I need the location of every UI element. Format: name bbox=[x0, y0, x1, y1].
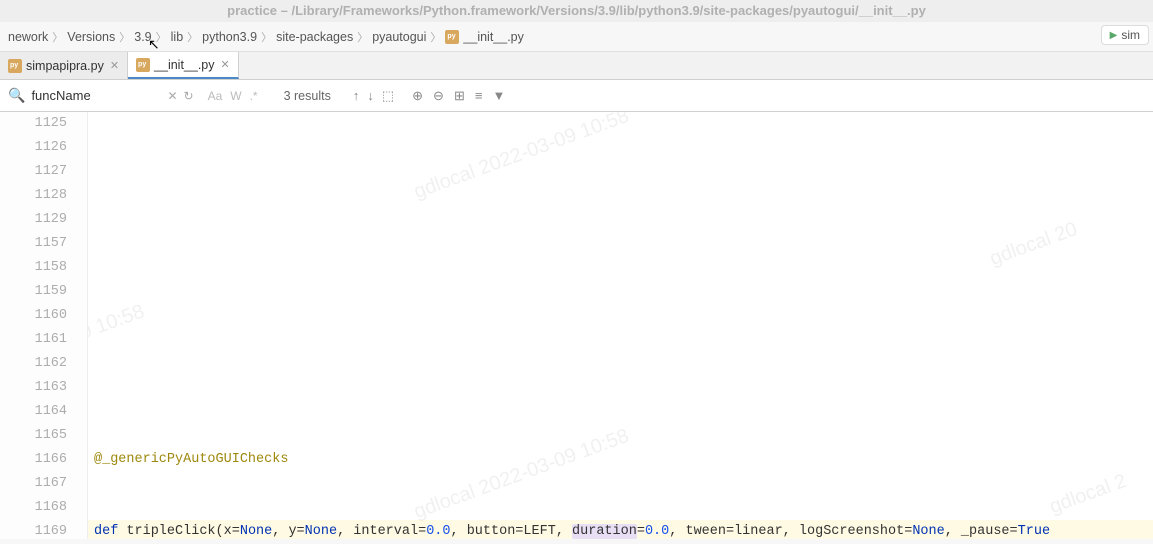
chevron-right-icon: 〉 bbox=[357, 29, 368, 45]
find-results-count: 3 results bbox=[284, 89, 331, 103]
settings-icon[interactable]: ≡ bbox=[475, 88, 483, 104]
tab-label: simpapipra.py bbox=[26, 59, 104, 73]
line-number: 1157 bbox=[0, 232, 67, 256]
find-input[interactable] bbox=[31, 88, 161, 103]
next-match-button[interactable]: ↓ bbox=[367, 88, 374, 104]
line-number: 1127 bbox=[0, 160, 67, 184]
line-number: 1161 bbox=[0, 328, 67, 352]
line-number: 1158 bbox=[0, 256, 67, 280]
breadcrumb-item[interactable]: pyautogui bbox=[372, 30, 426, 44]
chevron-right-icon: 〉 bbox=[156, 29, 167, 45]
add-selection-icon[interactable]: ⊕ bbox=[412, 88, 423, 104]
chevron-right-icon: 〉 bbox=[261, 29, 272, 45]
select-all-occurrences-icon[interactable]: ⊞ bbox=[454, 88, 465, 104]
breadcrumb-item[interactable]: __init__.py bbox=[445, 30, 523, 44]
find-actions: ⊕ ⊖ ⊞ ≡ ▼ bbox=[412, 88, 505, 104]
breadcrumb-item[interactable]: nework bbox=[8, 30, 48, 44]
line-number: 1125 bbox=[0, 112, 67, 136]
refresh-icon[interactable]: ↻ bbox=[184, 89, 194, 103]
close-icon[interactable]: ✕ bbox=[110, 59, 119, 72]
select-all-button[interactable]: ⬚ bbox=[382, 88, 394, 104]
line-number: 1168 bbox=[0, 496, 67, 520]
line-number: 1162 bbox=[0, 352, 67, 376]
line-number: 1164 bbox=[0, 400, 67, 424]
editor-tabs: simpapipra.py ✕ __init__.py ✕ bbox=[0, 52, 1153, 80]
clear-icon[interactable]: ✕ bbox=[167, 89, 177, 103]
code-editor[interactable]: 1125 1126 1127 1128 1129 1157 1158 1159 … bbox=[0, 112, 1153, 539]
search-icon[interactable]: 🔍 bbox=[8, 87, 25, 104]
breadcrumb-item[interactable]: python3.9 bbox=[202, 30, 257, 44]
watermark: gdlocal 20 bbox=[987, 217, 1081, 271]
code-line: @_genericPyAutoGUIChecks bbox=[88, 448, 1153, 472]
code-line bbox=[88, 376, 1153, 400]
gutter: 1125 1126 1127 1128 1129 1157 1158 1159 … bbox=[0, 112, 88, 539]
chevron-right-icon: 〉 bbox=[430, 29, 441, 45]
line-number: 1165 bbox=[0, 424, 67, 448]
line-number: 1159 bbox=[0, 280, 67, 304]
find-options: Aa W .* bbox=[208, 89, 258, 103]
line-number: 1128 bbox=[0, 184, 67, 208]
python-file-icon bbox=[8, 59, 22, 73]
close-icon[interactable]: ✕ bbox=[221, 58, 230, 71]
watermark: gdlocal 2022-03-09 10:58 bbox=[411, 424, 632, 524]
window-title: practice – /Library/Frameworks/Python.fr… bbox=[0, 0, 1153, 22]
breadcrumb-item[interactable]: Versions bbox=[67, 30, 115, 44]
line-number: 1169 bbox=[0, 520, 67, 544]
run-configuration-dropdown[interactable]: ▶ sim bbox=[1101, 25, 1149, 45]
whole-words-toggle[interactable]: W bbox=[230, 89, 241, 103]
watermark: gdlocal 2022-03-09 10:58 bbox=[411, 112, 632, 204]
breadcrumb-item[interactable]: site-packages bbox=[276, 30, 353, 44]
breadcrumb-bar: nework 〉 Versions 〉 3.9 〉 lib 〉 python3.… bbox=[0, 22, 1153, 52]
regex-toggle[interactable]: .* bbox=[250, 89, 258, 103]
python-file-icon bbox=[136, 58, 150, 72]
filter-icon[interactable]: ▼ bbox=[492, 88, 505, 104]
chevron-right-icon: 〉 bbox=[187, 29, 198, 45]
chevron-right-icon: 〉 bbox=[119, 29, 130, 45]
breadcrumb-item[interactable]: 3.9 bbox=[134, 30, 151, 44]
chevron-right-icon: 〉 bbox=[52, 29, 63, 45]
breadcrumb-item[interactable]: lib bbox=[171, 30, 184, 44]
watermark: gdlocal 2 bbox=[1046, 469, 1129, 519]
find-bar: 🔍 ✕ ↻ Aa W .* 3 results ↑ ↓ ⬚ ⊕ ⊖ ⊞ ≡ ▼ bbox=[0, 80, 1153, 112]
code-line bbox=[88, 304, 1153, 328]
play-icon: ▶ bbox=[1110, 30, 1118, 41]
tab-simpapipra[interactable]: simpapipra.py ✕ bbox=[0, 52, 128, 79]
code-content[interactable]: gdlocal 2022-03-09 10:58 09 10:58 gdloca… bbox=[88, 112, 1153, 539]
line-number: 1166 bbox=[0, 448, 67, 472]
prev-match-button[interactable]: ↑ bbox=[353, 88, 360, 104]
find-nav: ↑ ↓ ⬚ bbox=[353, 88, 394, 104]
code-line: def tripleClick(x=None, y=None, interval… bbox=[88, 520, 1153, 539]
match-case-toggle[interactable]: Aa bbox=[208, 89, 223, 103]
remove-selection-icon[interactable]: ⊖ bbox=[433, 88, 444, 104]
tab-label: __init__.py bbox=[154, 58, 214, 72]
python-file-icon bbox=[445, 30, 459, 44]
line-number: 1129 bbox=[0, 208, 67, 232]
line-number: 1126 bbox=[0, 136, 67, 160]
tab-init[interactable]: __init__.py ✕ bbox=[128, 52, 239, 79]
line-number: 1163 bbox=[0, 376, 67, 400]
line-number: 1167 bbox=[0, 472, 67, 496]
line-number: 1160 bbox=[0, 304, 67, 328]
